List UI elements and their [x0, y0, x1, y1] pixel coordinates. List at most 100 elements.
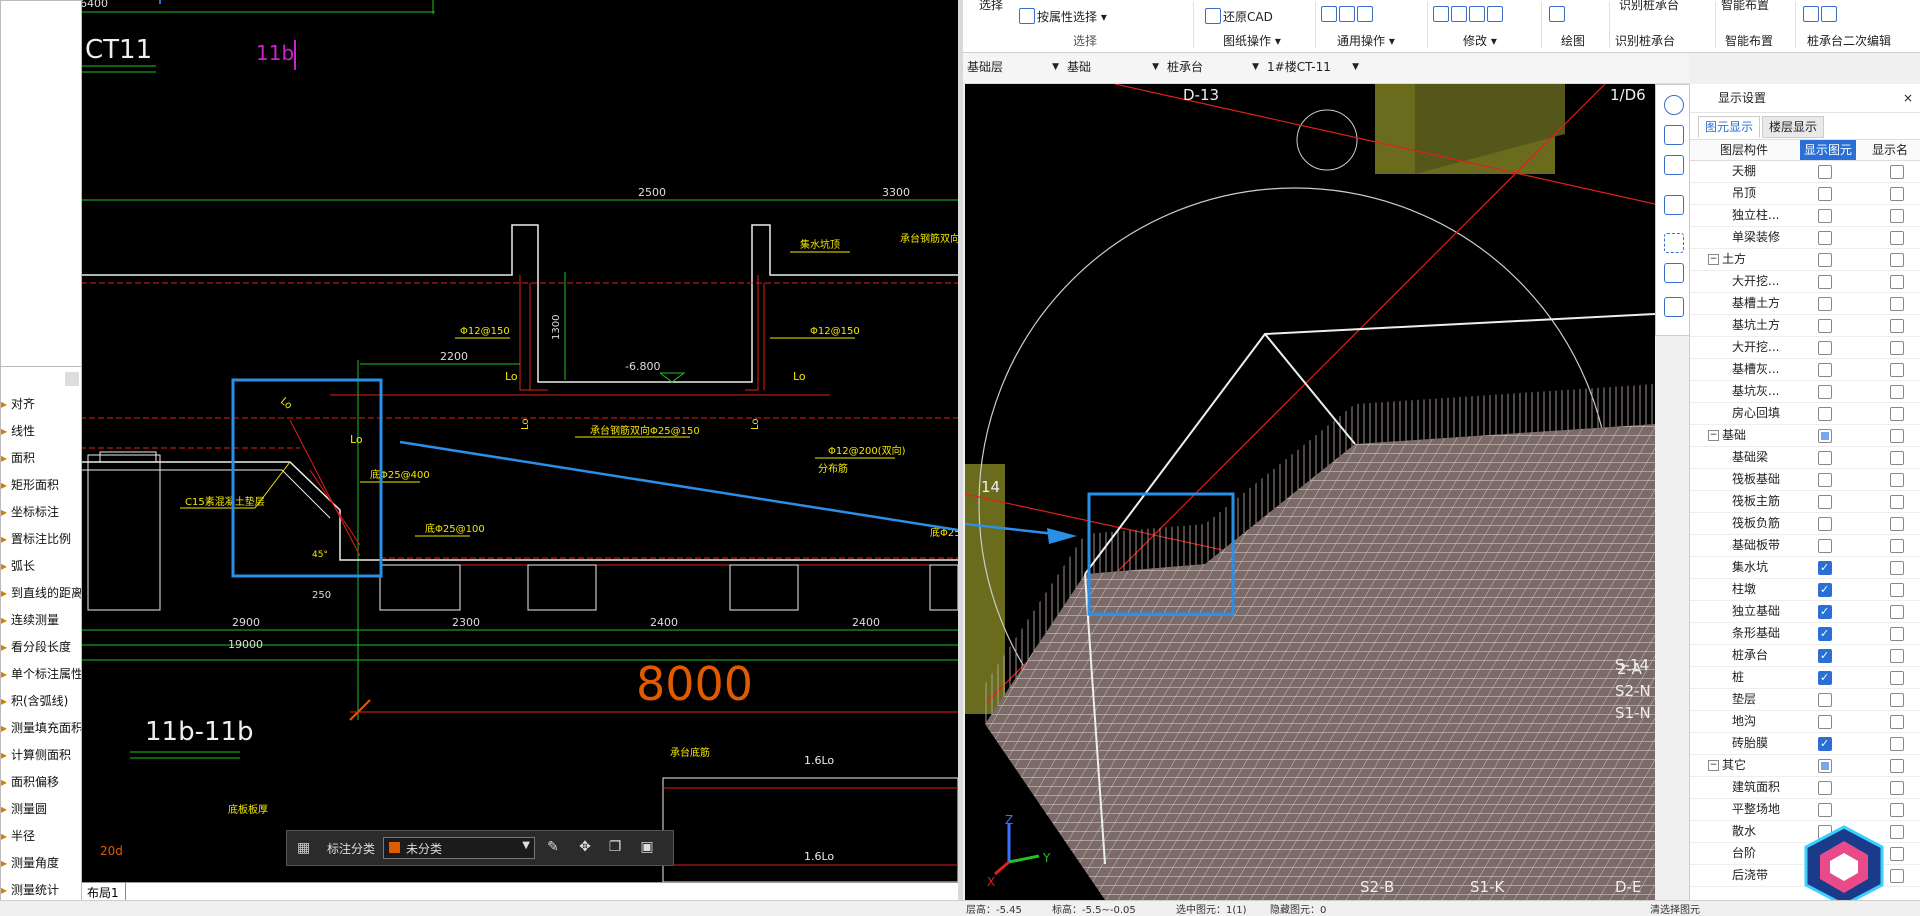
- layer-row[interactable]: 垫层: [1690, 689, 1920, 711]
- modify-menu[interactable]: 修改 ▾: [1463, 32, 1497, 49]
- show-element-checkbox[interactable]: [1818, 275, 1832, 289]
- layer-row[interactable]: 基槽灰...: [1690, 359, 1920, 381]
- cad-viewport[interactable]: 6400 CT11 11b 00 2500 3300 1300 2200 -6.…: [0, 0, 958, 900]
- show-name-checkbox[interactable]: [1890, 297, 1904, 311]
- common-ops-menu[interactable]: 通用操作 ▾: [1337, 32, 1395, 49]
- show-name-checkbox[interactable]: [1890, 869, 1904, 883]
- show-name-checkbox[interactable]: [1890, 583, 1904, 597]
- menu-item[interactable]: ▸ 计算侧面积: [1, 742, 81, 769]
- show-element-checkbox[interactable]: [1818, 385, 1832, 399]
- show-name-checkbox[interactable]: [1890, 187, 1904, 201]
- modify-icons[interactable]: [1433, 6, 1505, 22]
- orbit-icon[interactable]: [1664, 95, 1684, 115]
- show-name-checkbox[interactable]: [1890, 671, 1904, 685]
- paste-icon[interactable]: ▣: [639, 839, 655, 855]
- recognize-cap-button[interactable]: 识别桩承台: [1619, 0, 1679, 13]
- layer-row[interactable]: 砖胎膜: [1690, 733, 1920, 755]
- col-name[interactable]: 显示名: [1872, 140, 1908, 160]
- show-name-checkbox[interactable]: [1890, 231, 1904, 245]
- layer-row[interactable]: 基础板带: [1690, 535, 1920, 557]
- show-name-checkbox[interactable]: [1890, 209, 1904, 223]
- show-element-checkbox[interactable]: [1818, 363, 1832, 377]
- show-element-checkbox[interactable]: [1818, 803, 1832, 817]
- move-icon[interactable]: ✥: [577, 839, 593, 855]
- show-name-checkbox[interactable]: [1890, 649, 1904, 663]
- show-name-checkbox[interactable]: [1890, 561, 1904, 575]
- menu-item[interactable]: ▸ 积(含弧线): [1, 688, 81, 715]
- show-element-checkbox[interactable]: [1818, 297, 1832, 311]
- tab-layout1[interactable]: 布局1: [80, 883, 126, 900]
- show-name-checkbox[interactable]: [1890, 451, 1904, 465]
- show-name-checkbox[interactable]: [1890, 693, 1904, 707]
- layer-row[interactable]: 筏板负筋: [1690, 513, 1920, 535]
- show-name-checkbox[interactable]: [1890, 385, 1904, 399]
- layer-row[interactable]: 房心回填: [1690, 403, 1920, 425]
- restore-cad-button[interactable]: 还原CAD: [1205, 8, 1273, 25]
- show-element-checkbox[interactable]: [1818, 253, 1832, 267]
- menu-item[interactable]: ▸ 单个标注属性: [1, 661, 81, 688]
- show-name-checkbox[interactable]: [1890, 363, 1904, 377]
- show-element-checkbox[interactable]: [1818, 667, 1832, 688]
- show-element-checkbox[interactable]: [1818, 429, 1832, 443]
- grid-icon[interactable]: ▦: [297, 841, 311, 855]
- assistant-logo[interactable]: [1800, 823, 1888, 909]
- layers-3d-icon[interactable]: [1664, 263, 1684, 283]
- layer-row[interactable]: 吊顶: [1690, 183, 1920, 205]
- menu-item[interactable]: ▸ 测量圆: [1, 796, 81, 823]
- show-element-checkbox[interactable]: [1818, 539, 1832, 553]
- show-name-checkbox[interactable]: [1890, 495, 1904, 509]
- menu-item[interactable]: ▸ 线性: [1, 418, 81, 445]
- show-element-checkbox[interactable]: [1818, 623, 1832, 644]
- show-element-checkbox[interactable]: [1818, 645, 1832, 666]
- show-element-checkbox[interactable]: [1818, 319, 1832, 333]
- layer-select[interactable]: 基础层 ▼: [963, 57, 1063, 77]
- show-name-checkbox[interactable]: [1890, 407, 1904, 421]
- show-element-checkbox[interactable]: [1818, 715, 1832, 729]
- show-element-checkbox[interactable]: [1818, 601, 1832, 622]
- collapse-icon[interactable]: −: [1708, 760, 1719, 771]
- show-element-checkbox[interactable]: [1818, 165, 1832, 179]
- layer-row[interactable]: 单梁装修: [1690, 227, 1920, 249]
- show-name-checkbox[interactable]: [1890, 517, 1904, 531]
- show-name-checkbox[interactable]: [1890, 605, 1904, 619]
- menu-item[interactable]: ▸ 弧长: [1, 553, 81, 580]
- layer-row[interactable]: 桩: [1690, 667, 1920, 689]
- show-name-checkbox[interactable]: [1890, 165, 1904, 179]
- layer-row[interactable]: 基槽土方: [1690, 293, 1920, 315]
- menu-item[interactable]: ▸ 矩形面积: [1, 472, 81, 499]
- menu-item[interactable]: ▸ 看分段长度: [1, 634, 81, 661]
- menu-item[interactable]: ▸ 测量角度: [1, 850, 81, 877]
- layer-row[interactable]: 集水坑: [1690, 557, 1920, 579]
- layer-row[interactable]: 大开挖...: [1690, 337, 1920, 359]
- layer-row[interactable]: 基坑灰...: [1690, 381, 1920, 403]
- collapse-icon[interactable]: −: [1708, 254, 1719, 265]
- show-name-checkbox[interactable]: [1890, 275, 1904, 289]
- draw-icons[interactable]: [1549, 6, 1567, 22]
- menu-item[interactable]: ▸ 到直线的距离: [1, 580, 81, 607]
- layer-row[interactable]: − 基础: [1690, 425, 1920, 447]
- layer-row[interactable]: 地沟: [1690, 711, 1920, 733]
- show-element-checkbox[interactable]: [1818, 733, 1832, 754]
- cube-icon[interactable]: [1664, 155, 1684, 175]
- common-icons[interactable]: [1321, 6, 1375, 22]
- show-name-checkbox[interactable]: [1890, 539, 1904, 553]
- show-name-checkbox[interactable]: [1890, 715, 1904, 729]
- show-name-checkbox[interactable]: [1890, 473, 1904, 487]
- show-name-checkbox[interactable]: [1890, 847, 1904, 861]
- layer-row[interactable]: 柱墩: [1690, 579, 1920, 601]
- display-settings-icon[interactable]: [1664, 297, 1684, 317]
- show-element-checkbox[interactable]: [1818, 187, 1832, 201]
- menu-item[interactable]: ▸ 面积偏移: [1, 769, 81, 796]
- menu-item[interactable]: ▸ 面积: [1, 445, 81, 472]
- show-element-checkbox[interactable]: [1818, 341, 1832, 355]
- select-by-attr-button[interactable]: 按属性选择 ▾: [1019, 8, 1107, 25]
- category-select[interactable]: 基础 ▼: [1063, 57, 1163, 77]
- 2d-icon[interactable]: [1664, 125, 1684, 145]
- show-name-checkbox[interactable]: [1890, 825, 1904, 839]
- show-name-checkbox[interactable]: [1890, 759, 1904, 773]
- layer-row[interactable]: 桩承台: [1690, 645, 1920, 667]
- annotation-class-select[interactable]: 未分类 ▼: [383, 837, 535, 859]
- show-element-checkbox[interactable]: [1818, 495, 1832, 509]
- layer-row[interactable]: − 其它: [1690, 755, 1920, 777]
- show-element-checkbox[interactable]: [1818, 781, 1832, 795]
